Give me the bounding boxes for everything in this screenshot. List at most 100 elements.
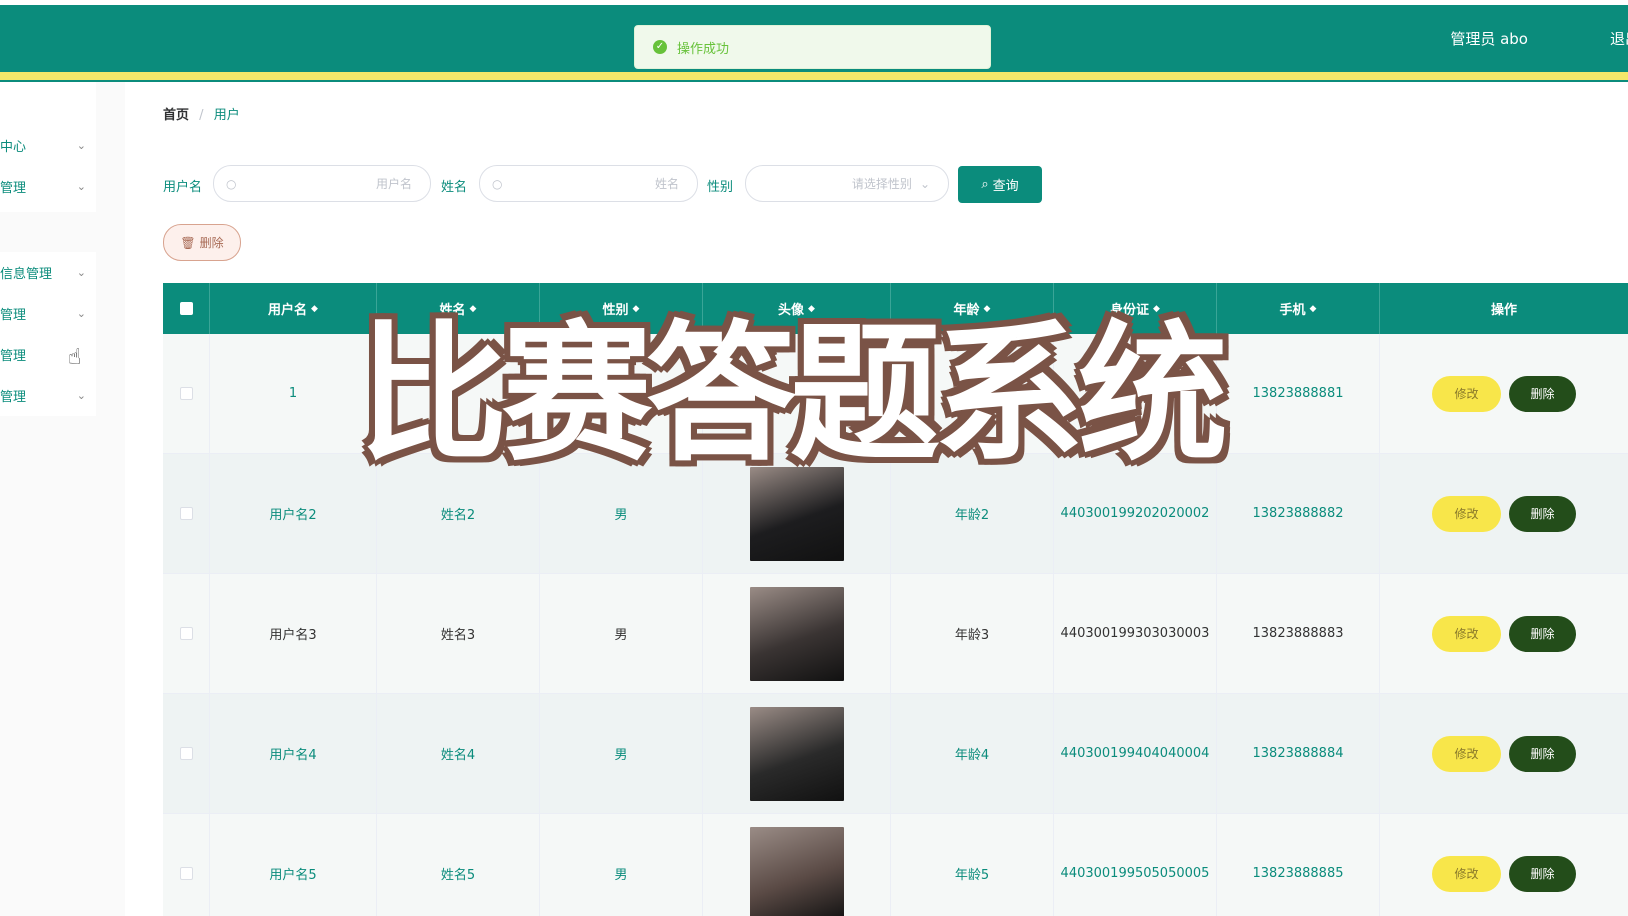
phone-value: 13823888883 (1252, 626, 1344, 641)
gender-select[interactable]: 请选择性别 ⌄ (745, 165, 949, 202)
logout-link[interactable]: 退出 (1610, 28, 1628, 49)
edit-button[interactable]: 修改 (1432, 495, 1501, 532)
search-icon: ○ (492, 176, 503, 191)
top-edge (0, 0, 1628, 5)
query-button[interactable]: ⌕ 查询 (958, 166, 1042, 203)
cell-username: 用户名5 (210, 814, 377, 916)
row-checkbox[interactable] (179, 387, 193, 400)
row-checkbox[interactable] (179, 747, 193, 760)
cell-check (163, 454, 210, 573)
phone-value: 13823888881 (1252, 386, 1344, 401)
chevron-down-icon: ⌄ (76, 139, 86, 152)
row-checkbox[interactable] (179, 507, 193, 520)
username-search-input[interactable]: ○ 用户名 (213, 165, 431, 202)
name-value: 姓名5 (440, 868, 476, 883)
delete-button[interactable]: 删除 (1509, 615, 1576, 652)
col-username[interactable]: 用户名 ◆ (210, 283, 377, 334)
cell-age: 年龄4 (891, 694, 1054, 813)
cell-ops: 修改 删除 (1380, 814, 1628, 916)
name-search-input[interactable]: ○ 姓名 (479, 165, 698, 202)
cell-username: 用户名2 (210, 454, 377, 573)
edit-button[interactable]: 修改 (1432, 375, 1501, 412)
cell-name: 姓名5 (377, 814, 540, 916)
sidebar-item-center[interactable]: 中心 ⌄ (0, 125, 96, 166)
cell-username: 用户名3 (210, 574, 377, 693)
col-label: 手机 (1279, 303, 1306, 318)
success-icon: ✓ (653, 40, 667, 54)
username-filter-label: 用户名 (163, 180, 203, 195)
cell-gender: 男 (540, 814, 703, 916)
edit-button[interactable]: 修改 (1432, 855, 1501, 892)
name-placeholder: 姓名 (654, 177, 679, 191)
breadcrumb: 首页 / 用户 (163, 104, 240, 123)
username-value: 用户名4 (269, 748, 317, 763)
idcard-value: 440300199505050005 (1060, 866, 1210, 881)
idcard-value: 440300199303030003 (1060, 626, 1210, 641)
name-filter-label: 姓名 (441, 180, 468, 195)
select-all-checkbox[interactable] (179, 302, 193, 315)
sidebar-item-info-manage[interactable]: 信息管理 ⌄ (0, 252, 96, 293)
current-user[interactable]: 管理员 abo (1450, 28, 1528, 49)
batch-delete-button[interactable]: 🗑 删除 (163, 224, 241, 261)
avatar-image (749, 706, 844, 801)
row-checkbox[interactable] (179, 867, 193, 880)
chevron-down-icon: ⌄ (76, 180, 86, 193)
sidebar-item-manage[interactable]: 管理 ⌄ (0, 166, 96, 207)
breadcrumb-home[interactable]: 首页 (163, 108, 189, 123)
hand-cursor-icon: ☝ (68, 345, 82, 370)
edit-button[interactable]: 修改 (1432, 615, 1501, 652)
delete-button[interactable]: 删除 (1509, 495, 1576, 532)
chevron-down-icon: ⌄ (76, 307, 86, 320)
username-value: 用户名5 (269, 868, 317, 883)
cell-avatar (703, 814, 891, 916)
cell-username: 1 (210, 334, 377, 453)
cell-idcard: 440300199505050005 (1054, 814, 1217, 916)
sort-icon[interactable]: ◆ (311, 304, 318, 314)
col-actions: 操作 (1380, 283, 1628, 334)
name-value: 姓名2 (440, 508, 476, 523)
gender-value: 男 (614, 748, 628, 763)
sort-icon[interactable]: ◆ (1310, 304, 1317, 314)
username-placeholder: 用户名 (375, 177, 412, 191)
cell-check (163, 334, 210, 453)
sidebar-item-manage-4[interactable]: 管理 ⌄ (0, 375, 96, 416)
cell-phone: 13823888882 (1217, 454, 1380, 573)
breadcrumb-separator: / (199, 108, 204, 123)
delete-button[interactable]: 删除 (1509, 855, 1576, 892)
gender-value: 男 (614, 508, 628, 523)
batch-delete-label: 删除 (199, 236, 224, 250)
select-all-cell[interactable] (163, 283, 210, 334)
success-toast: ✓ 操作成功 (634, 25, 991, 69)
top-accent-strip (0, 72, 1628, 80)
search-icon: ⌕ (981, 177, 989, 192)
sidebar: 中心 ⌄ 管理 ⌄ 信息管理 ⌄ 管理 ⌄ 管理 管理 ⌄ (0, 82, 125, 916)
cell-phone: 13823888884 (1217, 694, 1380, 813)
cell-age: 年龄5 (891, 814, 1054, 916)
sidebar-item-manage-2[interactable]: 管理 ⌄ (0, 293, 96, 334)
phone-value: 13823888882 (1252, 506, 1344, 521)
cell-username: 用户名4 (210, 694, 377, 813)
overlay-title: 比赛答题系统 (358, 308, 1228, 482)
avatar-image (749, 826, 844, 916)
idcard-value: 440300199404040004 (1060, 746, 1210, 761)
avatar-image (749, 586, 844, 681)
gender-placeholder: 请选择性别 (851, 177, 912, 191)
delete-button[interactable]: 删除 (1509, 375, 1576, 412)
gender-value: 男 (614, 628, 628, 643)
chevron-down-icon: ⌄ (919, 176, 930, 191)
col-phone[interactable]: 手机 ◆ (1217, 283, 1380, 334)
chevron-down-icon: ⌄ (76, 266, 86, 279)
row-checkbox[interactable] (179, 627, 193, 640)
cell-phone: 13823888881 (1217, 334, 1380, 453)
edit-button[interactable]: 修改 (1432, 735, 1501, 772)
breadcrumb-current: 用户 (213, 108, 240, 123)
search-icon: ○ (226, 176, 237, 191)
sidebar-item-manage-3[interactable]: 管理 (0, 334, 96, 375)
sidebar-item-label: 中心 (0, 140, 27, 155)
cell-ops: 修改 删除 (1380, 574, 1628, 693)
delete-button[interactable]: 删除 (1509, 735, 1576, 772)
cell-name: 姓名4 (377, 694, 540, 813)
sidebar-item-label: 信息管理 (0, 267, 53, 282)
age-value: 年龄3 (954, 628, 990, 643)
username-value: 1 (288, 386, 298, 401)
